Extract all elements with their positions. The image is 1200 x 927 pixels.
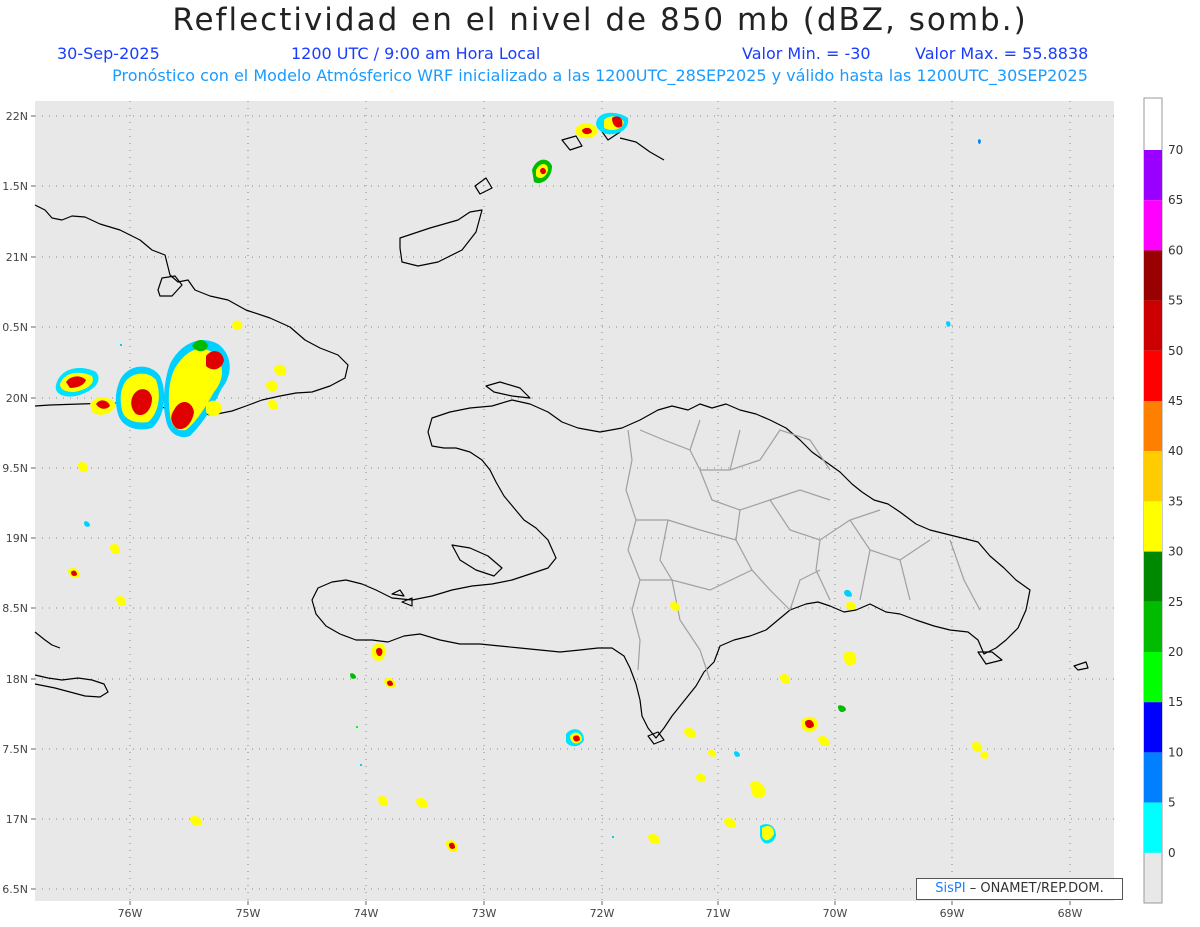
colorbar-cell [1144,150,1162,201]
lon-label: 70W [823,907,848,920]
colorbar-label: 15 [1168,695,1183,709]
lat-label: 0.5N [2,321,28,334]
colorbar-cell [1144,250,1162,301]
lon-label: 74W [354,907,379,920]
colorbar-label: 5 [1168,796,1176,810]
colorbar-cell [1144,501,1162,552]
colorbar-label: 70 [1168,143,1183,157]
colorbar-cell [1144,601,1162,652]
lat-label: 21N [6,251,28,264]
lat-label: 9.5N [2,462,28,475]
colorbar-cell [1144,702,1162,753]
colorbar-cell [1144,652,1162,703]
colorbar-bottom-cell [1143,851,1163,904]
lat-label: 18N [6,673,28,686]
lon-label: 76W [118,907,143,920]
credit-text: – ONAMET/REP.DOM. [965,881,1104,896]
colorbar-label: 40 [1168,444,1183,458]
colorbar-label: 0 [1168,846,1176,860]
colorbar-label: 65 [1168,193,1183,207]
colorbar-cell [1144,551,1162,602]
lon-label: 75W [236,907,261,920]
reflectivity-map: 22N 1.5N 21N 0.5N 20N 9.5N 19N 8.5N 18N … [2,97,1183,920]
colorbar-cell [1144,451,1162,502]
colorbar-label: 25 [1168,595,1183,609]
colorbar-cell [1144,200,1162,251]
colorbar-label: 50 [1168,344,1183,358]
lat-label: 22N [6,110,28,123]
colorbar-label: 35 [1168,494,1183,508]
credit-brand: SisPI [935,881,966,896]
lon-axis: 76W 75W 74W 73W 72W 71W 70W 69W 68W [118,907,1083,920]
colorbar-cell [1144,300,1162,351]
colorbar-label: 60 [1168,243,1183,257]
colorbar-label: 55 [1168,294,1183,308]
colorbar: 7065605550454035302520151050 [1143,97,1183,904]
lat-axis: 22N 1.5N 21N 0.5N 20N 9.5N 19N 8.5N 18N … [2,110,28,896]
lon-label: 69W [940,907,965,920]
lon-label: 68W [1058,907,1083,920]
lon-label: 71W [706,907,731,920]
colorbar-cell [1144,350,1162,401]
lat-label: 8.5N [2,602,28,615]
colorbar-cell [1144,802,1162,853]
lat-label: 20N [6,392,28,405]
colorbar-label: 45 [1168,394,1183,408]
colorbar-label: 10 [1168,745,1183,759]
lat-label: 7.5N [2,743,28,756]
colorbar-label: 20 [1168,645,1183,659]
credit-box: SisPI – ONAMET/REP.DOM. [916,878,1123,900]
colorbar-label: 30 [1168,545,1183,559]
lat-label: 19N [6,532,28,545]
lon-label: 72W [590,907,615,920]
lat-label: 1.5N [2,180,28,193]
colorbar-cell [1144,401,1162,452]
colorbar-cell [1144,752,1162,803]
lat-label: 6.5N [2,883,28,896]
lon-label: 73W [472,907,497,920]
lat-label: 17N [6,813,28,826]
